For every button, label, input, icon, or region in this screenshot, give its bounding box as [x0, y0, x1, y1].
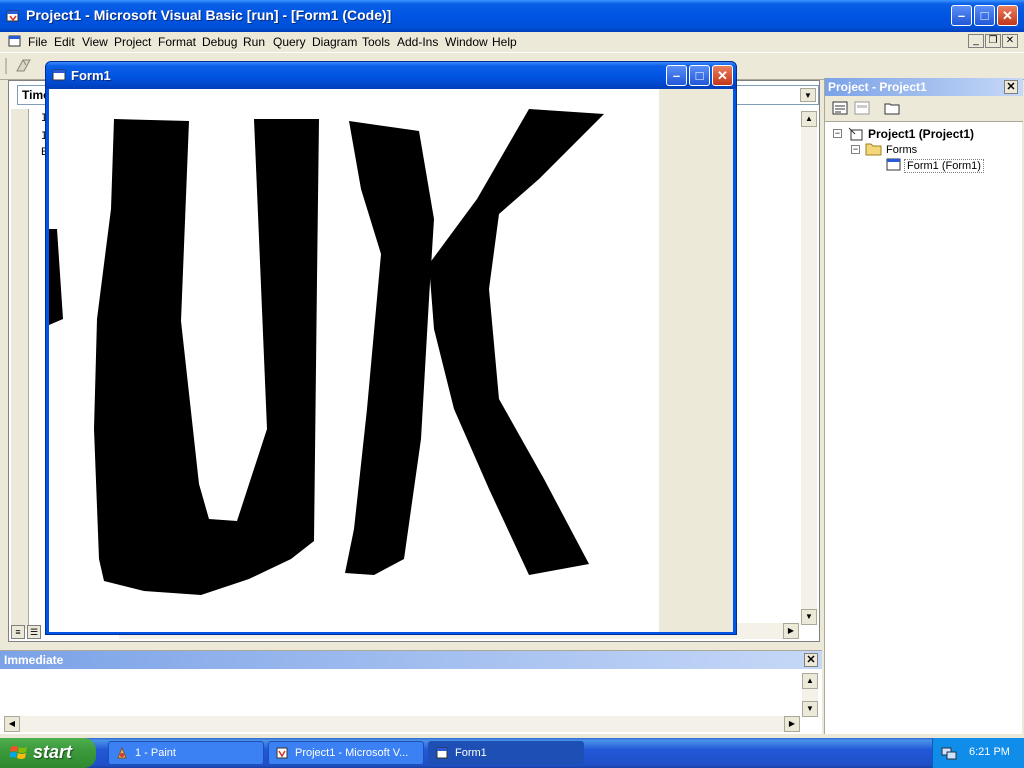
taskbar-item-label: Project1 - Microsoft V...	[295, 747, 409, 759]
maximize-icon: □	[980, 8, 989, 23]
window-title: Project1 - Microsoft Visual Basic [run] …	[26, 7, 392, 23]
drawing-canvas[interactable]	[49, 89, 659, 632]
toggle-folders-icon[interactable]	[883, 100, 901, 116]
folder-icon	[865, 143, 882, 156]
toolbar-grip[interactable]	[4, 57, 8, 75]
menu-add-ins[interactable]: Add-Ins	[397, 35, 438, 49]
network-icon[interactable]	[941, 745, 957, 761]
form1-maximize-button[interactable]: □	[689, 65, 710, 86]
close-button[interactable]: ✕	[997, 5, 1018, 26]
letter-u	[94, 119, 319, 595]
taskbar-item-label: 1 - Paint	[135, 747, 176, 759]
tree-node-form1[interactable]: Form1 (Form1)	[904, 159, 984, 173]
paint-icon	[117, 746, 127, 759]
project-explorer-title: Project - Project1	[825, 78, 1023, 96]
scroll-down-icon[interactable]: ▼	[801, 609, 817, 625]
view-object-icon[interactable]	[853, 100, 871, 116]
menu-window[interactable]: Window	[445, 35, 488, 49]
view-code-icon[interactable]	[831, 100, 849, 116]
minimize-button[interactable]: –	[951, 5, 972, 26]
form1-minimize-button[interactable]: –	[666, 65, 687, 86]
scroll-up-icon[interactable]: ▲	[802, 673, 818, 689]
project-icon	[848, 127, 863, 141]
project-explorer-title-text: Project - Project1	[828, 80, 927, 94]
taskbar-item-form1[interactable]: Form1	[428, 741, 584, 765]
menu-run[interactable]: Run	[243, 35, 265, 49]
scroll-down-icon[interactable]: ▼	[802, 701, 818, 717]
form-icon	[436, 747, 448, 759]
scroll-up-icon[interactable]: ▲	[801, 111, 817, 127]
immediate-title: Immediate	[0, 651, 822, 669]
stroke-left-fragment	[49, 229, 63, 325]
scroll-right-icon[interactable]: ▶	[783, 623, 799, 639]
menu-tools[interactable]: Tools	[362, 35, 390, 49]
system-tray: 6:21 PM	[932, 738, 1024, 768]
form1-window[interactable]: Form1 – □ ✕	[45, 61, 737, 635]
minimize-icon: –	[957, 8, 966, 23]
windows-logo-icon	[10, 746, 27, 759]
minimize-icon: –	[672, 68, 681, 83]
immediate-vertical-scrollbar[interactable]: ▲ ▼	[802, 673, 818, 717]
taskbar-item-vb[interactable]: Project1 - Microsoft V...	[268, 741, 424, 765]
mdi-minimize-button[interactable]: _	[968, 34, 984, 48]
close-icon: ✕	[1002, 8, 1013, 23]
code-window-icon[interactable]	[8, 34, 22, 48]
collapse-project-icon[interactable]: −	[833, 129, 842, 138]
tree-node-project[interactable]: Project1 (Project1)	[868, 127, 974, 141]
taskbar: start 1 - Paint Project1 - Microsoft V..…	[0, 738, 1024, 768]
immediate-close-icon[interactable]: ✕	[804, 653, 818, 667]
scroll-right-icon[interactable]: ▶	[784, 716, 800, 732]
scroll-left-icon[interactable]: ◀	[4, 716, 20, 732]
full-module-view-icon[interactable]: ☰	[27, 625, 41, 639]
vb-icon	[276, 747, 288, 759]
menu-project[interactable]: Project	[114, 35, 151, 49]
form1-title-bar[interactable]: Form1 – □ ✕	[46, 62, 736, 89]
clock[interactable]: 6:21 PM	[969, 746, 1010, 758]
maximize-icon: □	[695, 68, 704, 83]
menu-edit[interactable]: Edit	[54, 35, 75, 49]
close-icon: ✕	[717, 68, 728, 83]
collapse-forms-icon[interactable]: −	[851, 145, 860, 154]
form-icon[interactable]	[52, 69, 66, 81]
menu-debug[interactable]: Debug	[202, 35, 237, 49]
add-project-icon[interactable]	[14, 57, 34, 75]
main-title-bar[interactable]: Project1 - Microsoft Visual Basic [run] …	[0, 0, 1024, 32]
menu-help[interactable]: Help	[492, 35, 517, 49]
procedure-view-icon[interactable]: ≡	[11, 625, 25, 639]
menu-query[interactable]: Query	[273, 35, 306, 49]
letter-k-stem	[345, 121, 434, 575]
start-button[interactable]: start	[0, 738, 96, 768]
mdi-restore-button[interactable]: ❐	[985, 34, 1001, 48]
tree-node-forms[interactable]: Forms	[886, 144, 917, 156]
project-tree: − Project1 (Project1) − Forms Form1 (For…	[825, 124, 1023, 732]
mdi-close-button[interactable]: ✕	[1002, 34, 1018, 48]
code-gutter	[11, 109, 29, 629]
letter-k-arm	[429, 109, 604, 575]
menu-format[interactable]: Format	[158, 35, 196, 49]
immediate-horizontal-scrollbar[interactable]: ◀ ▶	[4, 716, 800, 732]
form1-title: Form1	[71, 68, 111, 83]
form1-close-button[interactable]: ✕	[712, 65, 733, 86]
form-node-icon	[886, 158, 901, 171]
immediate-title-text: Immediate	[4, 653, 64, 667]
menu-view[interactable]: View	[82, 35, 108, 49]
menu-diagram[interactable]: Diagram	[312, 35, 357, 49]
project-explorer-toolbar	[825, 96, 1023, 122]
project-explorer: Project - Project1 ✕ − Project1 (Project…	[824, 78, 1023, 734]
code-vertical-scrollbar[interactable]: ▲ ▼	[801, 111, 817, 625]
start-label: start	[33, 742, 73, 762]
menu-bar: File Edit View Project Format Debug Run …	[0, 32, 1024, 52]
dropdown-arrow-icon[interactable]: ▼	[800, 88, 816, 102]
menu-file[interactable]: File	[28, 35, 47, 49]
immediate-window[interactable]: Immediate ✕ ▲ ▼ ◀ ▶	[0, 650, 822, 734]
uk-drawing	[49, 109, 604, 595]
taskbar-item-label: Form1	[455, 747, 487, 759]
vb-app-icon[interactable]	[5, 8, 21, 24]
maximize-button[interactable]: □	[974, 5, 995, 26]
form1-client-area[interactable]	[49, 89, 733, 632]
taskbar-item-paint[interactable]: 1 - Paint	[108, 741, 264, 765]
project-explorer-close-icon[interactable]: ✕	[1004, 80, 1018, 94]
